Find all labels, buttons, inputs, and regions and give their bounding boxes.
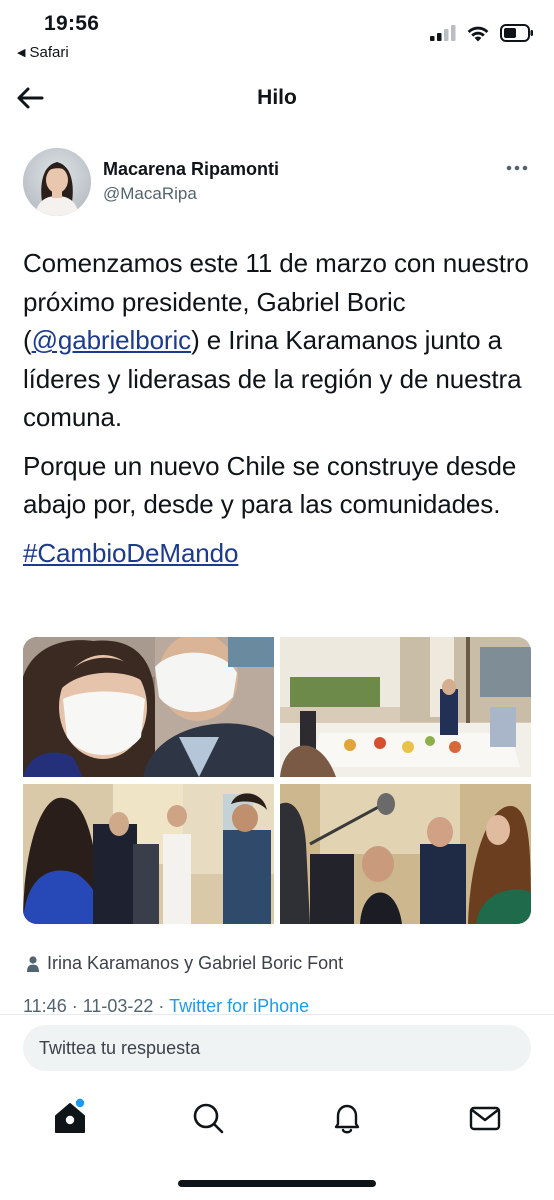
home-indicator[interactable] [178, 1180, 376, 1187]
back-to-app-link[interactable]: ◀ Safari [17, 44, 69, 61]
tweet-paragraph-2: Porque un nuevo Chile se construye desde… [23, 450, 517, 520]
tweet-hashtag-line: #CambioDeMando [23, 534, 535, 573]
tweet-text: Comenzamos este 11 de marzo con nuestro … [23, 244, 535, 582]
tweet-author: Macarena Ripamonti @MacaRipa [23, 148, 533, 218]
avatar-photo [23, 148, 91, 216]
page-title: Hilo [257, 86, 297, 109]
divider [0, 1014, 554, 1015]
more-dots-icon [506, 165, 528, 171]
author-handle[interactable]: @MacaRipa [103, 184, 197, 204]
tweet-timestamp: 11:46 · 11-03-22 · [23, 996, 170, 1014]
photo-3[interactable] [23, 784, 274, 924]
thread-header: Hilo [0, 72, 554, 126]
status-bar: 19:56 ◀ Safari [0, 0, 554, 68]
wifi-icon [467, 26, 489, 41]
photo-2[interactable] [280, 637, 531, 777]
photo-3-image [23, 784, 274, 924]
reply-input[interactable]: Twittea tu respuesta [23, 1025, 531, 1071]
tab-messages[interactable] [465, 1098, 505, 1138]
notifications-icon [334, 1104, 360, 1134]
tab-search[interactable] [188, 1098, 228, 1138]
photo-1-image [23, 637, 274, 777]
back-triangle-icon: ◀ [17, 47, 26, 59]
back-app-label: Safari [29, 44, 69, 61]
status-time: 19:56 [44, 12, 100, 35]
avatar[interactable] [23, 148, 91, 216]
battery-icon [500, 24, 533, 42]
photo-4[interactable] [280, 784, 531, 924]
cellular-signal-icon [430, 25, 456, 41]
messages-icon [469, 1106, 501, 1131]
tab-notifications[interactable] [327, 1098, 367, 1138]
photo-4-image [280, 784, 531, 924]
tweet-source-link[interactable]: Twitter for iPhone [169, 996, 309, 1014]
mention-link[interactable]: @gabrielboric [32, 325, 192, 355]
home-icon [55, 1098, 85, 1133]
search-icon [193, 1103, 224, 1134]
tagged-people[interactable]: Irina Karamanos y Gabriel Boric Font [27, 953, 343, 974]
person-icon [27, 955, 39, 972]
system-icons [430, 24, 534, 42]
author-name[interactable]: Macarena Ripamonti [103, 159, 279, 180]
bottom-tab-bar [0, 1090, 554, 1146]
tweet-paragraph-1: Comenzamos este 11 de marzo con nuestro … [23, 244, 535, 437]
photo-grid [23, 637, 531, 924]
photo-1[interactable] [23, 637, 274, 777]
tweet-meta: 11:46 · 11-03-22 · Twitter for iPhone [23, 996, 309, 1014]
hashtag-link[interactable]: #CambioDeMando [23, 538, 238, 568]
photo-2-image [280, 637, 531, 777]
more-options-button[interactable] [505, 158, 529, 178]
tagged-people-label: Irina Karamanos y Gabriel Boric Font [47, 953, 344, 973]
tab-home[interactable] [50, 1098, 90, 1138]
